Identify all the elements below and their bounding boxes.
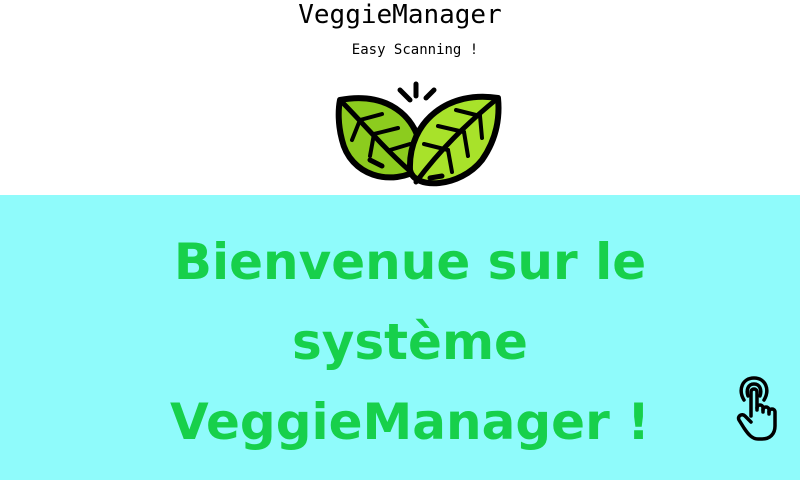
header: VeggieManager Easy Scanning ! [0,0,800,195]
app-subtitle: Easy Scanning ! [351,42,479,58]
welcome-message: Bienvenue sur le système VeggieManager ! [170,233,650,451]
app-screen: VeggieManager Easy Scanning ! Bienvenue … [0,0,800,480]
touch-hand-icon[interactable] [734,376,790,442]
app-title: VeggieManager [298,0,502,30]
leaves-icon [335,81,502,187]
